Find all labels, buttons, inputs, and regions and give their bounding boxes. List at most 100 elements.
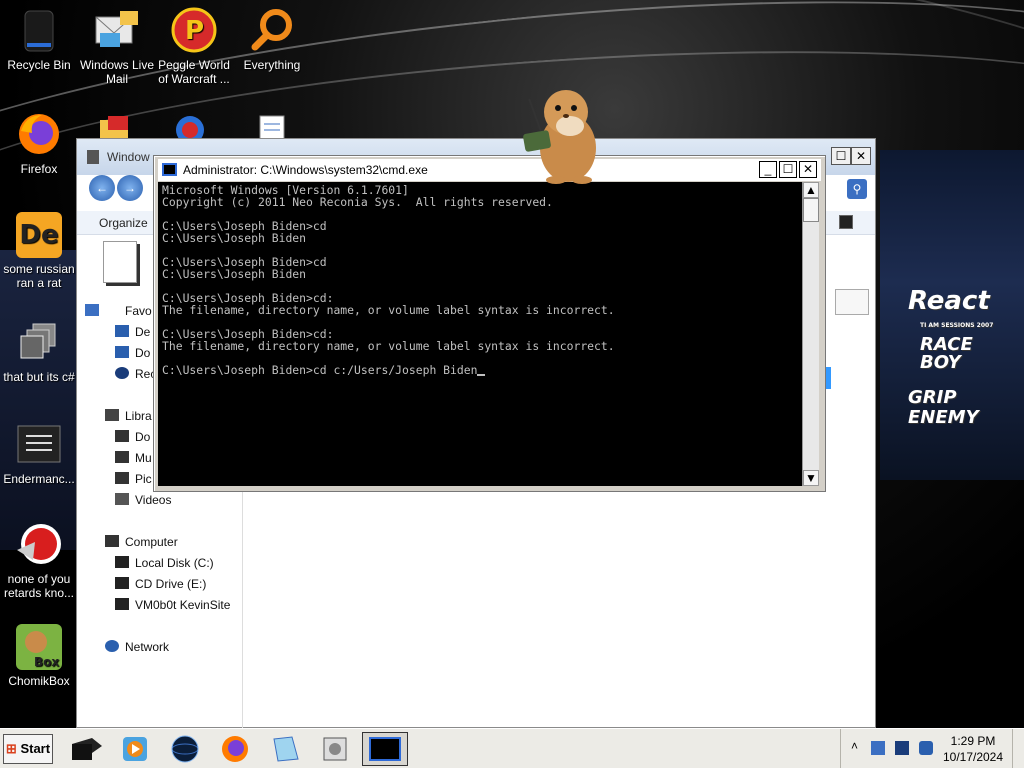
wallpaper-car-left [0, 250, 80, 550]
desktop-icon-everything[interactable]: Everything [234, 6, 310, 72]
console-history: Microsoft Windows [Version 6.1.7601] Copy… [162, 184, 798, 364]
nav-local-disk[interactable]: Local Disk (C:) [135, 556, 214, 570]
music-icon [115, 451, 129, 463]
cmd-titlebar[interactable]: Administrator: C:\Windows\system32\cmd.e… [158, 159, 821, 181]
desktop-icon-label: Endermanc... [3, 472, 75, 486]
taskbar-app-globe[interactable] [164, 732, 206, 766]
scroll-thumb[interactable] [803, 198, 819, 222]
disk-utility-icon [323, 737, 347, 761]
taskbar: ⊞ Start ˄ 1:29 PM 10/17/2024 [0, 728, 1024, 768]
terminal-app-icon [72, 738, 102, 760]
taskbar-app-terminal[interactable] [66, 732, 108, 766]
close-button[interactable]: ✕ [851, 147, 871, 165]
desktop-icon-recycle-bin[interactable]: Recycle Bin [1, 6, 77, 72]
svg-text:P: P [185, 16, 204, 46]
desktop-icon-label: ChomikBox [8, 674, 70, 688]
show-hidden-icons-icon[interactable]: ˄ [851, 739, 858, 753]
logo-race-boy: RACE BOY [920, 334, 973, 373]
scroll-down-arrow[interactable]: ▼ [803, 470, 819, 486]
documents-icon [115, 430, 129, 442]
media-player-icon [123, 737, 147, 761]
chomikbox-icon: Box [16, 624, 62, 670]
desktop-icon-windows-live-mail[interactable]: Windows Live Mail [79, 6, 155, 86]
taskbar-app-disk-utility[interactable] [314, 732, 356, 766]
taskbar-app-notes[interactable] [264, 732, 306, 766]
clock-date: 10/17/2024 [942, 750, 1004, 764]
hamster-desktop-pet[interactable] [520, 78, 602, 186]
nav-pictures[interactable]: Pic [135, 472, 152, 486]
search-magnifier-icon [248, 6, 296, 54]
console-output[interactable]: Microsoft Windows [Version 6.1.7601] Copy… [158, 182, 802, 486]
desktop-icon-label: Firefox [20, 162, 58, 176]
desktop-icon-label: none of you retards kno... [3, 572, 75, 600]
nav-network-drive[interactable]: VM0b0t KevinSite [135, 598, 230, 612]
red-creature-icon [15, 520, 63, 568]
maximize-button[interactable]: ☐ [831, 147, 851, 165]
desktop-icon-endermanch[interactable]: Endermanc... [1, 420, 77, 486]
desktop-icon-partial-2[interactable] [172, 112, 208, 144]
nav-videos[interactable]: Videos [135, 493, 171, 507]
organize-button[interactable]: Organize [99, 216, 148, 230]
nav-favorites[interactable]: Favo [125, 304, 152, 318]
display-icon[interactable] [895, 741, 909, 755]
minimize-button[interactable]: _ [759, 161, 777, 178]
forward-button[interactable]: → [117, 175, 143, 201]
network-status-icon[interactable] [871, 741, 885, 755]
nav-cd-drive[interactable]: CD Drive (E:) [135, 577, 206, 591]
desktop-icon-none-of-you[interactable]: none of you retards kno... [1, 520, 77, 600]
search-icon[interactable]: ⚲ [847, 179, 867, 199]
nav-downloads[interactable]: Do [135, 346, 150, 360]
firefox-icon [222, 736, 248, 762]
nav-music[interactable]: Mu [135, 451, 152, 465]
cmd-icon [369, 737, 401, 761]
start-button[interactable]: ⊞ Start [3, 734, 53, 764]
system-tray: ˄ 1:29 PM 10/17/2024 [840, 729, 1024, 768]
desktop-icon-partial-3[interactable] [256, 114, 288, 141]
desktop-icon-that-but-its-c[interactable]: that but its c# [1, 318, 77, 384]
desktop-icon-partial-1[interactable] [96, 116, 136, 140]
nav-documents[interactable]: Do [135, 430, 150, 444]
desktop-icon-label: Windows Live Mail [79, 58, 155, 86]
nav-desktop[interactable]: De [135, 325, 150, 339]
desktop-icon-label: that but its c# [3, 370, 75, 384]
taskbar-app-media-player[interactable] [114, 732, 156, 766]
desktop-icon-chomikbox[interactable]: Box ChomikBox [1, 624, 77, 688]
clock[interactable]: 1:29 PM 10/17/2024 [941, 733, 1005, 765]
vertical-scrollbar[interactable]: ▲ ▼ [802, 182, 819, 486]
desktop-icon-peggle[interactable]: P Peggle World of Warcraft ... [156, 6, 232, 86]
scroll-up-arrow[interactable]: ▲ [803, 182, 819, 198]
mail-icon [93, 6, 141, 54]
de-app-icon: De [16, 212, 62, 258]
network-icon [105, 640, 119, 652]
desktop-icon-firefox[interactable]: Firefox [1, 110, 77, 176]
nav-computer[interactable]: Computer [125, 535, 178, 549]
desktop-icon-label: some russian ran a rat [3, 262, 75, 290]
notes-icon [273, 736, 299, 762]
desktop-icon-some-russian[interactable]: De some russian ran a rat [1, 212, 77, 290]
console-line: The filename, directory name, or volume … [162, 303, 615, 317]
close-button[interactable]: ✕ [799, 161, 817, 178]
globe-icon [171, 735, 199, 763]
windows-flag-icon: ⊞ [5, 741, 17, 756]
volume-icon[interactable] [919, 741, 933, 755]
logo-small-text: TI AM SESSIONS 2007 [920, 322, 994, 329]
maximize-button[interactable]: ☐ [779, 161, 797, 178]
explorer-window-icon [87, 150, 99, 164]
nav-network[interactable]: Network [125, 640, 169, 654]
recent-icon [115, 367, 129, 379]
cmd-window-controls: _ ☐ ✕ [759, 161, 817, 178]
desktop-icon-label: Everything [243, 58, 301, 72]
details-pane-box [835, 289, 869, 315]
taskbar-app-firefox[interactable] [214, 732, 256, 766]
logo-grip-enemy: GRIP ENEMY [908, 387, 979, 428]
back-button[interactable]: ← [89, 175, 115, 201]
taskbar-app-cmd[interactable] [362, 732, 408, 766]
cmd-window[interactable]: Administrator: C:\Windows\system32\cmd.e… [153, 155, 826, 492]
cmd-title: Administrator: C:\Windows\system32\cmd.e… [183, 163, 428, 177]
show-desktop-button[interactable] [1012, 729, 1024, 768]
console-input-line[interactable]: C:\Users\Joseph Biden>cd c:/Users/Joseph… [162, 363, 477, 377]
desktop-icon [115, 325, 129, 337]
nav-libraries[interactable]: Libra [125, 409, 152, 423]
desktop-icon-label: Peggle World of Warcraft ... [158, 58, 230, 86]
cd-drive-icon [115, 577, 129, 589]
